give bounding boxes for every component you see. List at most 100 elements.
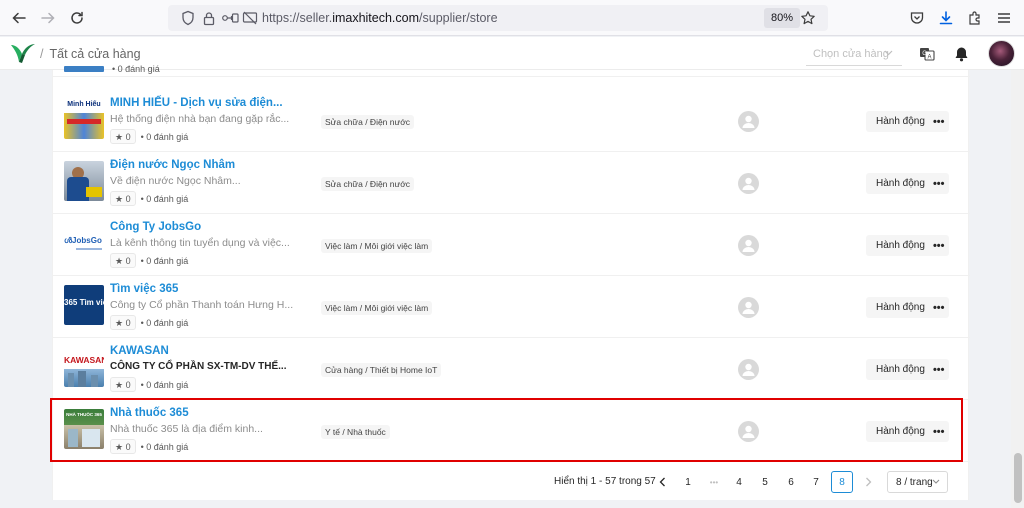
user-placeholder-icon — [738, 111, 759, 132]
category-tag: Việc làm / Môi giới việc làm — [321, 301, 433, 315]
prev-page-icon[interactable] — [651, 471, 673, 493]
thumbnail-logo-text: ൾJobsGo — [64, 236, 102, 245]
category-tag: Cửa hàng / Thiết bị Home IoT — [321, 363, 442, 377]
store-name-link[interactable]: Công Ty JobsGo — [110, 221, 201, 233]
store-list-card: • 0 đánh giá Minh Hiếu MINH HIẾU - Dịch … — [52, 64, 970, 500]
rating-badge: ★ 0 — [110, 253, 136, 268]
thumbnail-logo-text: NHÀ THUỐC 365 — [66, 412, 102, 417]
menu-icon[interactable] — [994, 8, 1014, 28]
store-thumbnail: 365 Tìm việ — [64, 285, 104, 325]
star-icon: ★ — [115, 256, 124, 266]
rating-group: ★ 0 • 0 đánh giá — [110, 129, 188, 144]
category-tag: Sửa chữa / Điện nước — [321, 177, 415, 191]
brand-logo[interactable] — [10, 42, 36, 64]
category-tag: Sửa chữa / Điện nước — [321, 115, 415, 129]
user-placeholder-icon — [738, 421, 759, 442]
store-description: Về điện nước Ngọc Nhâm... — [110, 175, 241, 187]
rating-group: ★ 0 • 0 đánh giá — [110, 377, 188, 392]
page-item[interactable]: 1 — [677, 471, 699, 493]
page-item[interactable]: 6 — [780, 471, 802, 493]
scrollbar-track[interactable] — [1011, 70, 1024, 508]
star-icon: ★ — [115, 194, 124, 204]
table-row: 365 Tìm việ Tìm việc 365 Công ty Cổ phần… — [53, 276, 970, 338]
table-row: ൾJobsGo Công Ty JobsGo Là kênh thông tin… — [53, 214, 970, 276]
rating-group: ★ 0 • 0 đánh giá — [110, 191, 188, 206]
table-row: KAWASAN KAWASAN CÔNG TY CỔ PHẦN SX-TM-DV… — [53, 338, 970, 400]
store-description: Công ty Cổ phần Thanh toán Hưng H... — [110, 299, 294, 311]
page-ellipsis[interactable]: ••• — [703, 471, 725, 493]
chevron-down-icon — [932, 477, 940, 486]
pagination: Hiển thị 1 - 57 trong 57 1 ••• 4 5 6 7 8… — [53, 470, 970, 494]
rating-group: • 0 đánh giá — [110, 64, 160, 74]
action-button[interactable]: Hành động ••• — [866, 359, 949, 380]
more-dots-icon: ••• — [932, 177, 945, 190]
review-count: • 0 đánh giá — [140, 131, 189, 142]
store-thumbnail: ൾJobsGo — [64, 223, 104, 263]
user-placeholder-icon — [738, 173, 759, 194]
store-name-link[interactable]: MINH HIẾU - Dịch vụ sửa điện... — [110, 97, 283, 109]
page-item[interactable]: 5 — [754, 471, 776, 493]
review-count: • 0 đánh giá — [140, 255, 189, 266]
page-item[interactable]: 7 — [805, 471, 827, 493]
star-icon: ★ — [115, 380, 124, 390]
star-icon: ★ — [115, 442, 124, 452]
store-name-link[interactable]: KAWASAN — [110, 345, 169, 357]
next-page-icon[interactable] — [857, 471, 879, 493]
star-icon: ★ — [115, 132, 124, 142]
store-thumbnail: KAWASAN — [64, 347, 104, 387]
store-name-link[interactable]: Tìm việc 365 — [110, 283, 178, 295]
table-row: • 0 đánh giá — [53, 19, 970, 77]
user-placeholder-icon — [738, 359, 759, 380]
user-placeholder-icon — [738, 235, 759, 256]
scrollbar-thumb[interactable] — [1014, 453, 1022, 503]
more-dots-icon: ••• — [932, 425, 945, 438]
action-button[interactable]: Hành động ••• — [866, 421, 949, 442]
table-row: NHÀ THUỐC 365 Nhà thuốc 365 Nhà thuốc 36… — [53, 400, 970, 462]
more-dots-icon: ••• — [932, 115, 945, 128]
user-avatar[interactable] — [988, 40, 1015, 67]
more-dots-icon: ••• — [932, 239, 945, 252]
rating-badge: ★ 0 — [110, 439, 136, 454]
more-dots-icon: ••• — [932, 363, 945, 376]
page-size-select[interactable]: 8 / trang — [887, 471, 948, 493]
action-button[interactable]: Hành động ••• — [866, 111, 949, 132]
review-count: • 0 đánh giá — [140, 441, 189, 452]
action-button[interactable]: Hành động ••• — [866, 297, 949, 318]
action-button[interactable]: Hành động ••• — [866, 235, 949, 256]
back-icon[interactable] — [8, 7, 30, 29]
store-thumbnail: NHÀ THUỐC 365 — [64, 409, 104, 449]
star-icon: ★ — [115, 318, 124, 328]
store-description: CÔNG TY CỔ PHẦN SX-TM-DV THẾ... — [110, 361, 287, 372]
action-button[interactable]: Hành động ••• — [866, 173, 949, 194]
table-row: Điện nước Ngọc Nhâm Về điện nước Ngọc Nh… — [53, 152, 970, 214]
store-thumbnail — [64, 161, 104, 201]
rating-group: ★ 0 • 0 đánh giá — [110, 315, 188, 330]
review-count: • 0 đánh giá — [140, 317, 189, 328]
category-tag: Y tế / Nhà thuốc — [321, 425, 390, 439]
thumbnail-logo-text: KAWASAN — [64, 355, 104, 365]
review-count: • 0 đánh giá — [140, 193, 189, 204]
category-tag: Việc làm / Môi giới việc làm — [321, 239, 433, 253]
thumbnail-logo-text: 365 Tìm việ — [64, 298, 104, 307]
rating-badge: ★ 0 — [110, 129, 136, 144]
breadcrumb-separator: / — [40, 47, 44, 61]
store-name-link[interactable]: Nhà thuốc 365 — [110, 407, 189, 419]
store-thumbnail: Minh Hiếu — [64, 99, 104, 139]
rating-group: ★ 0 • 0 đánh giá — [110, 439, 188, 454]
more-dots-icon: ••• — [932, 301, 945, 314]
store-description: Là kênh thông tin tuyển dụng và việc... — [110, 237, 290, 249]
rating-group: ★ 0 • 0 đánh giá — [110, 253, 188, 268]
thumbnail-logo-text: Minh Hiếu — [67, 101, 101, 108]
review-count: • 0 đánh giá — [140, 379, 189, 390]
store-description: Nhà thuốc 365 là địa điểm kinh... — [110, 423, 263, 435]
page-item[interactable]: 4 — [728, 471, 750, 493]
review-count: • 0 đánh giá — [112, 64, 160, 74]
pagination-info: Hiển thị 1 - 57 trong 57 — [554, 476, 656, 487]
table-row: Minh Hiếu MINH HIẾU - Dịch vụ sửa điện..… — [53, 90, 970, 152]
store-name-link[interactable]: Điện nước Ngọc Nhâm — [110, 159, 235, 171]
page-item-active[interactable]: 8 — [831, 471, 853, 493]
user-placeholder-icon — [738, 297, 759, 318]
rating-badge: ★ 0 — [110, 315, 136, 330]
page-size-value: 8 / trang — [896, 477, 933, 488]
rating-badge: ★ 0 — [110, 377, 136, 392]
